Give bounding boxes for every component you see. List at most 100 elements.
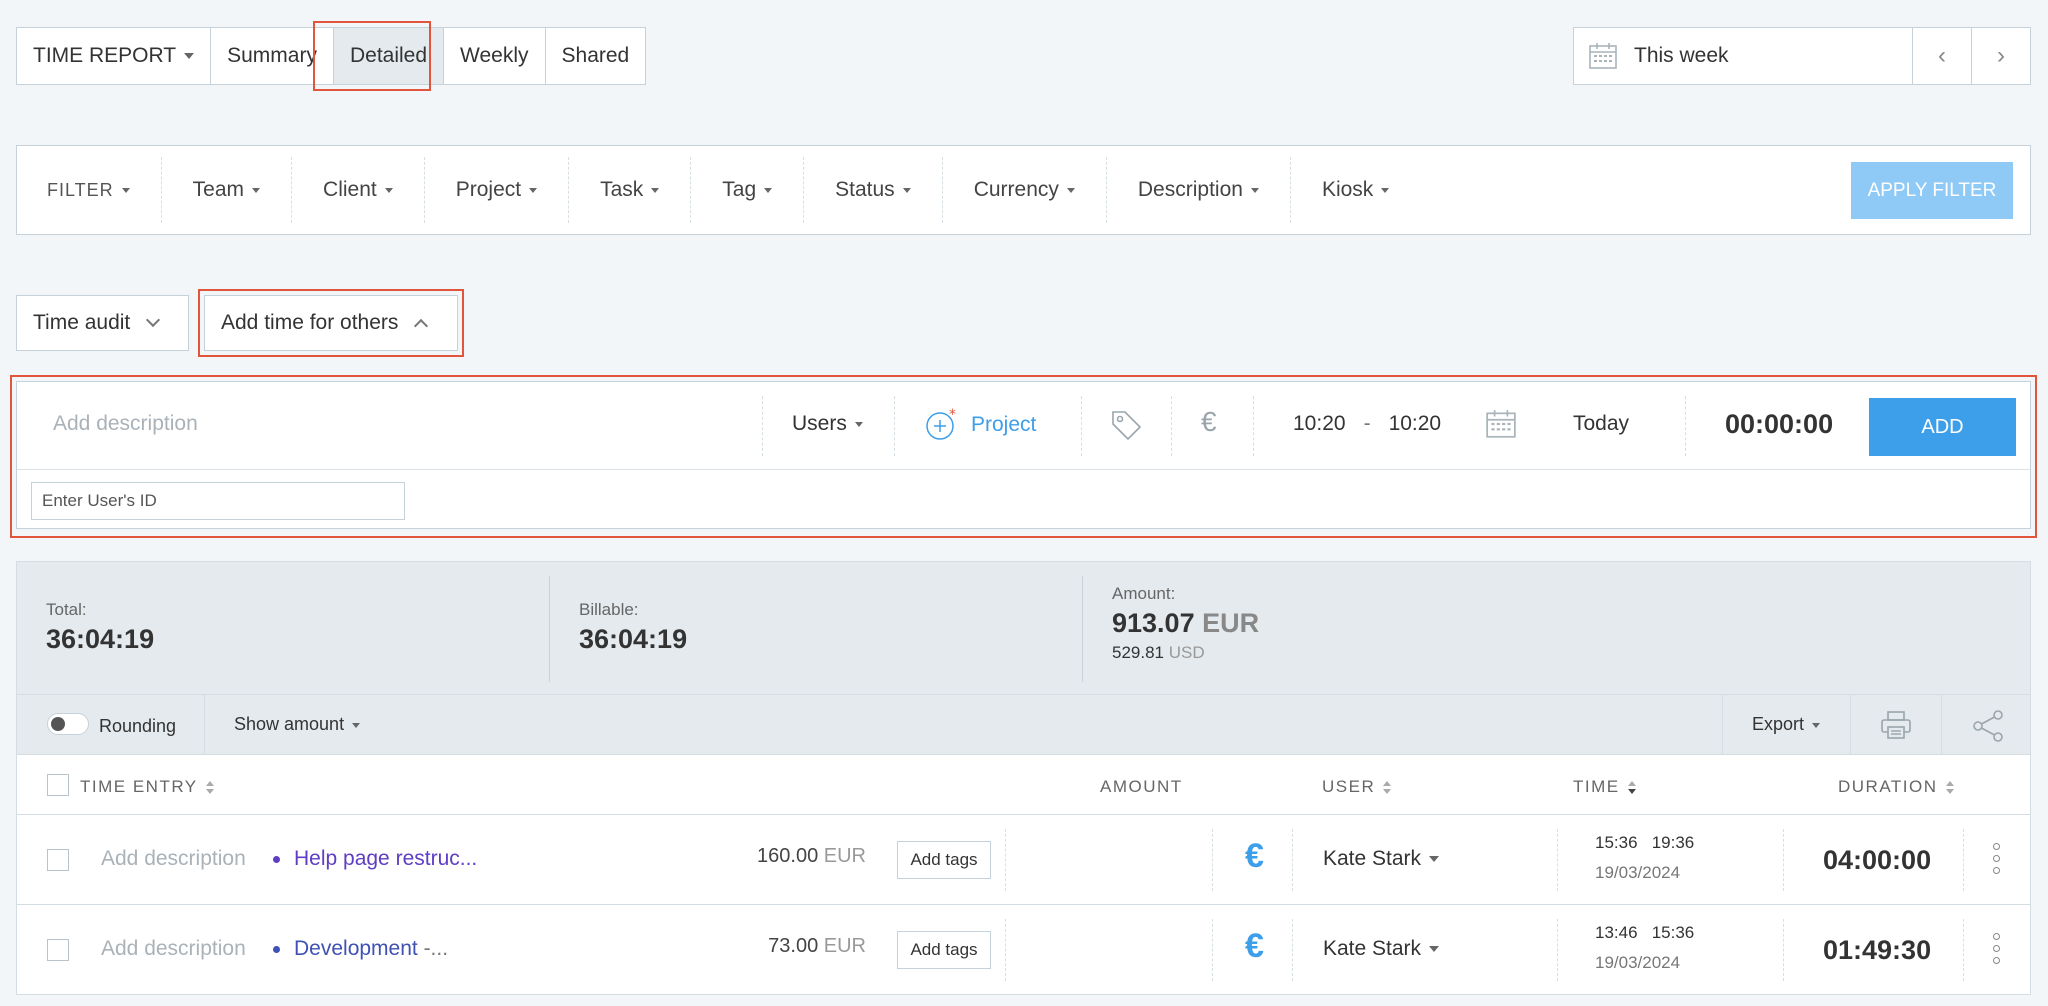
- add-tags-button[interactable]: Add tags: [897, 931, 991, 969]
- rounding-label: Rounding: [99, 716, 177, 736]
- billable-euro-icon[interactable]: €: [1245, 837, 1264, 876]
- tab-summary[interactable]: Summary: [211, 27, 334, 85]
- add-entry-row: Add description Users * Project € 10:20 …: [17, 382, 2030, 470]
- project-color-dot: [273, 945, 280, 953]
- time-separator: -: [1363, 412, 1371, 435]
- add-tags-button[interactable]: Add tags: [897, 841, 991, 879]
- row-project[interactable]: Development -...: [273, 937, 448, 961]
- tab-weekly[interactable]: Weekly: [444, 27, 546, 85]
- amount-sub-currency: USD: [1168, 643, 1205, 662]
- filter-description[interactable]: Description: [1105, 157, 1290, 223]
- chevron-up-icon: [414, 318, 429, 334]
- date-picker-button[interactable]: [1485, 408, 1517, 445]
- filter-project[interactable]: Project: [423, 157, 568, 223]
- caret-down-icon: [1429, 946, 1440, 953]
- filter-status-label: Status: [835, 178, 895, 201]
- add-time-entry-panel: Add description Users * Project € 10:20 …: [16, 381, 2031, 529]
- caret-down-icon: [1429, 856, 1440, 863]
- user-id-input[interactable]: Enter User's ID: [31, 482, 405, 520]
- header-duration[interactable]: DURATION: [1838, 777, 1954, 797]
- euro-icon: €: [1201, 406, 1217, 437]
- table-row: Add description Help page restruc... Add…: [16, 815, 2031, 905]
- amount-currency: EUR: [1202, 608, 1260, 638]
- filter-task[interactable]: Task: [568, 157, 690, 223]
- tag-button[interactable]: [1109, 408, 1143, 447]
- filter-dropdown[interactable]: FILTER: [17, 157, 161, 223]
- billable-euro-icon[interactable]: €: [1245, 927, 1264, 966]
- time-audit-dropdown[interactable]: Time audit: [16, 295, 189, 351]
- chevron-right-icon: ›: [1997, 42, 2005, 69]
- filter-project-label: Project: [455, 178, 522, 201]
- add-project-icon: *: [926, 408, 956, 440]
- share-button[interactable]: [1971, 709, 2005, 748]
- project-label: Project: [971, 413, 1037, 436]
- row-time-range[interactable]: 15:36 19:36 19/03/2024: [1595, 833, 1694, 883]
- calendar-icon: [1486, 410, 1516, 438]
- start-time-input[interactable]: 10:20: [1293, 412, 1346, 436]
- row-user-name: Kate Stark: [1323, 847, 1422, 870]
- filter-status[interactable]: Status: [803, 157, 942, 223]
- caret-down-icon: [1812, 722, 1821, 728]
- report-tabs: TIME REPORT Summary Detailed Weekly Shar…: [16, 27, 647, 85]
- header-time-entry[interactable]: TIME ENTRY: [80, 777, 214, 797]
- caret-down-icon: [184, 53, 195, 59]
- users-dropdown[interactable]: Users: [792, 412, 863, 436]
- header-user[interactable]: USER: [1322, 777, 1392, 797]
- report-toolbar: Rounding Show amount Export: [16, 695, 2031, 755]
- sort-icon: [1945, 780, 1954, 795]
- print-button[interactable]: [1879, 709, 1913, 746]
- filter-currency[interactable]: Currency: [941, 157, 1106, 223]
- filter-client-label: Client: [323, 178, 377, 201]
- date-label[interactable]: Today: [1573, 412, 1629, 436]
- filter-client[interactable]: Client: [291, 157, 424, 223]
- prev-week-button[interactable]: ‹: [1912, 27, 1972, 85]
- row-user-dropdown[interactable]: Kate Stark: [1323, 937, 1440, 961]
- show-amount-dropdown[interactable]: Show amount: [234, 714, 361, 735]
- header-time[interactable]: TIME: [1573, 777, 1636, 797]
- amount-block: Amount: 913.07 EUR 529.81 USD: [1112, 562, 1259, 696]
- add-time-others-toggle[interactable]: Add time for others: [204, 295, 458, 351]
- filter-description-label: Description: [1137, 178, 1243, 201]
- row-user-dropdown[interactable]: Kate Stark: [1323, 847, 1440, 871]
- add-button[interactable]: ADD: [1869, 398, 2016, 456]
- row-duration[interactable]: 01:49:30: [1823, 935, 1931, 966]
- rounding-toggle[interactable]: [47, 713, 89, 735]
- duration-input[interactable]: 00:00:00: [1725, 409, 1833, 440]
- export-dropdown[interactable]: Export: [1752, 714, 1821, 735]
- next-week-button[interactable]: ›: [1971, 27, 2031, 85]
- select-all-checkbox[interactable]: [47, 774, 69, 796]
- more-options-icon[interactable]: [1993, 843, 2001, 879]
- row-duration[interactable]: 04:00:00: [1823, 845, 1931, 876]
- project-picker[interactable]: * Project: [925, 408, 1036, 442]
- date-range-picker[interactable]: This week: [1573, 27, 1913, 85]
- caret-down-icon: [529, 187, 538, 193]
- row-description[interactable]: Add description: [101, 847, 246, 871]
- summary-panel: Total: 36:04:19 Billable: 36:04:19 Amoun…: [16, 561, 2031, 695]
- filter-currency-label: Currency: [973, 178, 1059, 201]
- end-time-input[interactable]: 10:20: [1389, 412, 1442, 436]
- filter-tag[interactable]: Tag: [690, 157, 803, 223]
- row-date: 19/03/2024: [1595, 863, 1681, 882]
- tab-shared[interactable]: Shared: [545, 27, 647, 85]
- project-color-dot: [273, 855, 280, 863]
- row-amount-value: 160.00: [757, 845, 819, 867]
- row-project[interactable]: Help page restruc...: [273, 847, 477, 871]
- filter-kiosk[interactable]: Kiosk: [1289, 157, 1420, 223]
- billable-toggle[interactable]: €: [1201, 406, 1217, 438]
- apply-filter-button[interactable]: APPLY FILTER: [1851, 162, 2013, 219]
- caret-down-icon: [252, 187, 261, 193]
- description-input[interactable]: Add description: [53, 412, 753, 436]
- row-checkbox[interactable]: [47, 939, 69, 961]
- row-checkbox[interactable]: [47, 849, 69, 871]
- billable-value: 36:04:19: [579, 624, 688, 654]
- filter-label: FILTER: [47, 179, 114, 200]
- caret-down-icon: [902, 187, 911, 193]
- filter-team[interactable]: Team: [160, 157, 291, 223]
- billable-label: Billable:: [579, 600, 639, 619]
- row-time-range[interactable]: 13:46 15:36 19/03/2024: [1595, 923, 1694, 973]
- time-report-dropdown[interactable]: TIME REPORT: [16, 27, 212, 85]
- tab-detailed[interactable]: Detailed: [333, 27, 445, 85]
- more-options-icon[interactable]: [1993, 933, 2001, 969]
- row-description[interactable]: Add description: [101, 937, 246, 961]
- caret-down-icon: [764, 187, 773, 193]
